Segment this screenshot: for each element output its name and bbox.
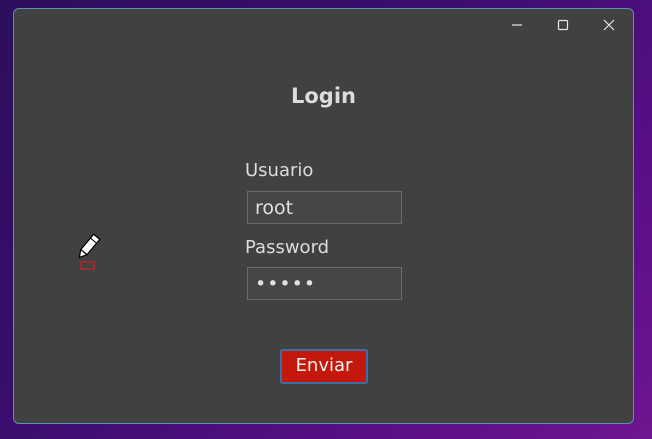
pencil-cursor-icon bbox=[67, 231, 115, 277]
password-input[interactable]: ••••• bbox=[247, 267, 402, 300]
password-label: Password bbox=[245, 237, 330, 258]
maximize-button[interactable] bbox=[547, 15, 579, 35]
username-label: Usuario bbox=[245, 160, 314, 181]
minimize-button[interactable] bbox=[501, 15, 533, 35]
login-window: Login Usuario root Password ••••• Enviar bbox=[13, 8, 634, 424]
maximize-icon bbox=[557, 19, 569, 31]
close-button[interactable] bbox=[593, 15, 625, 35]
submit-button[interactable]: Enviar bbox=[280, 349, 368, 384]
window-controls bbox=[501, 15, 625, 35]
username-input[interactable]: root bbox=[247, 191, 402, 224]
login-title: Login bbox=[291, 84, 356, 108]
close-icon bbox=[603, 19, 615, 31]
minimize-icon bbox=[512, 24, 522, 26]
